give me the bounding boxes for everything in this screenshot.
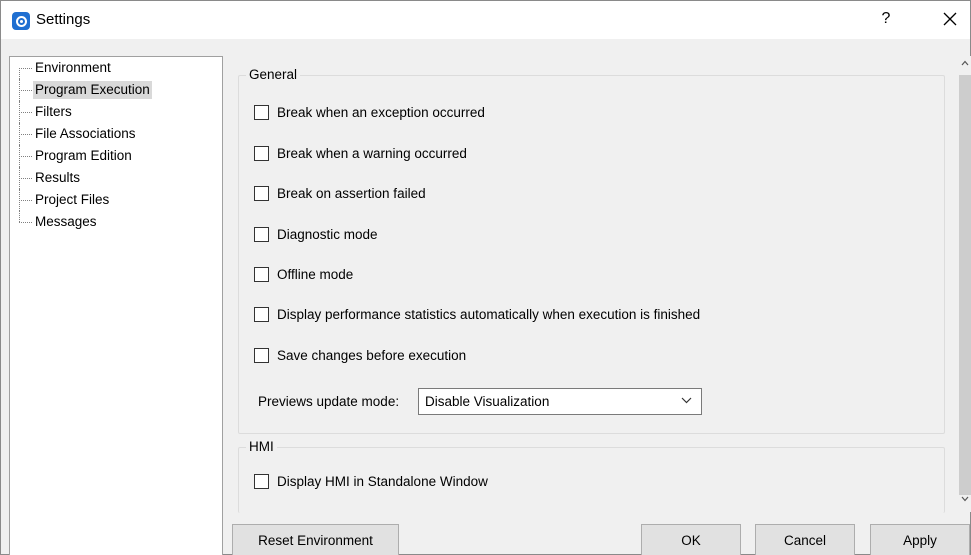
option-hmi-standalone[interactable]: Display HMI in Standalone Window	[254, 471, 488, 491]
window-title: Settings	[36, 11, 91, 28]
option-label: Offline mode	[277, 266, 354, 282]
tree-item-results[interactable]: Results	[10, 167, 82, 189]
tree-item-label: Filters	[35, 104, 72, 119]
option-performance-statistics[interactable]: Display performance statistics automatic…	[254, 304, 700, 324]
tree-item-program-edition[interactable]: Program Edition	[10, 145, 134, 167]
option-offline-mode[interactable]: Offline mode	[254, 264, 353, 284]
tree-item-messages[interactable]: Messages	[10, 211, 99, 233]
vertical-scrollbar[interactable]	[959, 56, 971, 512]
app-icon	[12, 12, 30, 30]
checkbox[interactable]	[254, 266, 269, 282]
option-label: Display performance statistics automatic…	[277, 306, 701, 322]
chevron-down-icon	[681, 397, 692, 404]
tree-item-environment[interactable]: Environment	[10, 57, 113, 79]
option-break-assertion[interactable]: Break on assertion failed	[254, 183, 426, 203]
tree-item-file-associations[interactable]: File Associations	[10, 123, 138, 145]
general-group	[238, 75, 945, 434]
tree-item-filters[interactable]: Filters	[10, 101, 74, 123]
ok-button[interactable]: OK	[641, 524, 741, 555]
tree-item-program-execution[interactable]: Program Execution	[10, 79, 152, 101]
option-label: Save changes before execution	[277, 347, 467, 363]
checkbox[interactable]	[254, 347, 269, 363]
previews-update-mode-label: Previews update mode:	[258, 394, 400, 409]
previews-update-mode-select[interactable]: Disable Visualization	[418, 388, 702, 415]
help-button[interactable]: ?	[878, 10, 894, 28]
scroll-down-icon[interactable]	[961, 496, 969, 502]
checkbox[interactable]	[254, 104, 269, 120]
tree-item-label: File Associations	[35, 126, 136, 141]
checkbox[interactable]	[254, 473, 269, 489]
settings-tree: Environment Program Execution Filters Fi…	[9, 56, 223, 555]
tree-item-label: Project Files	[35, 192, 110, 207]
tree-item-label: Results	[35, 170, 81, 185]
option-label: Break when an exception occurred	[277, 104, 485, 120]
cancel-button[interactable]: Cancel	[755, 524, 855, 555]
option-break-warning[interactable]: Break when a warning occurred	[254, 143, 467, 163]
option-label: Break on assertion failed	[277, 185, 426, 201]
close-icon	[943, 12, 957, 26]
checkbox[interactable]	[254, 226, 269, 242]
close-button[interactable]	[939, 7, 961, 31]
hmi-group-title: HMI	[246, 439, 277, 454]
tree-item-label: Messages	[35, 214, 97, 229]
checkbox[interactable]	[254, 145, 269, 161]
tree-item-project-files[interactable]: Project Files	[10, 189, 111, 211]
scroll-up-icon[interactable]	[961, 60, 969, 66]
scrollbar-thumb[interactable]	[959, 75, 971, 495]
checkbox[interactable]	[254, 185, 269, 201]
title-bar: Settings ?	[1, 1, 970, 39]
option-label: Break when a warning occurred	[277, 145, 467, 161]
tree-item-label: Program Edition	[35, 148, 132, 163]
option-label: Diagnostic mode	[277, 226, 378, 242]
select-value: Disable Visualization	[425, 394, 550, 409]
option-break-exception[interactable]: Break when an exception occurred	[254, 102, 485, 122]
checkbox[interactable]	[254, 306, 269, 322]
settings-dialog: Settings ? Environment Program Execution…	[0, 0, 971, 555]
option-save-before-execution[interactable]: Save changes before execution	[254, 345, 466, 365]
general-group-title: General	[246, 67, 301, 82]
reset-environment-button[interactable]: Reset Environment	[232, 524, 399, 555]
tree-item-label: Environment	[35, 60, 111, 75]
option-diagnostic-mode[interactable]: Diagnostic mode	[254, 224, 378, 244]
tree-item-label: Program Execution	[33, 81, 152, 99]
apply-button[interactable]: Apply	[870, 524, 970, 555]
option-label: Display HMI in Standalone Window	[277, 473, 488, 489]
